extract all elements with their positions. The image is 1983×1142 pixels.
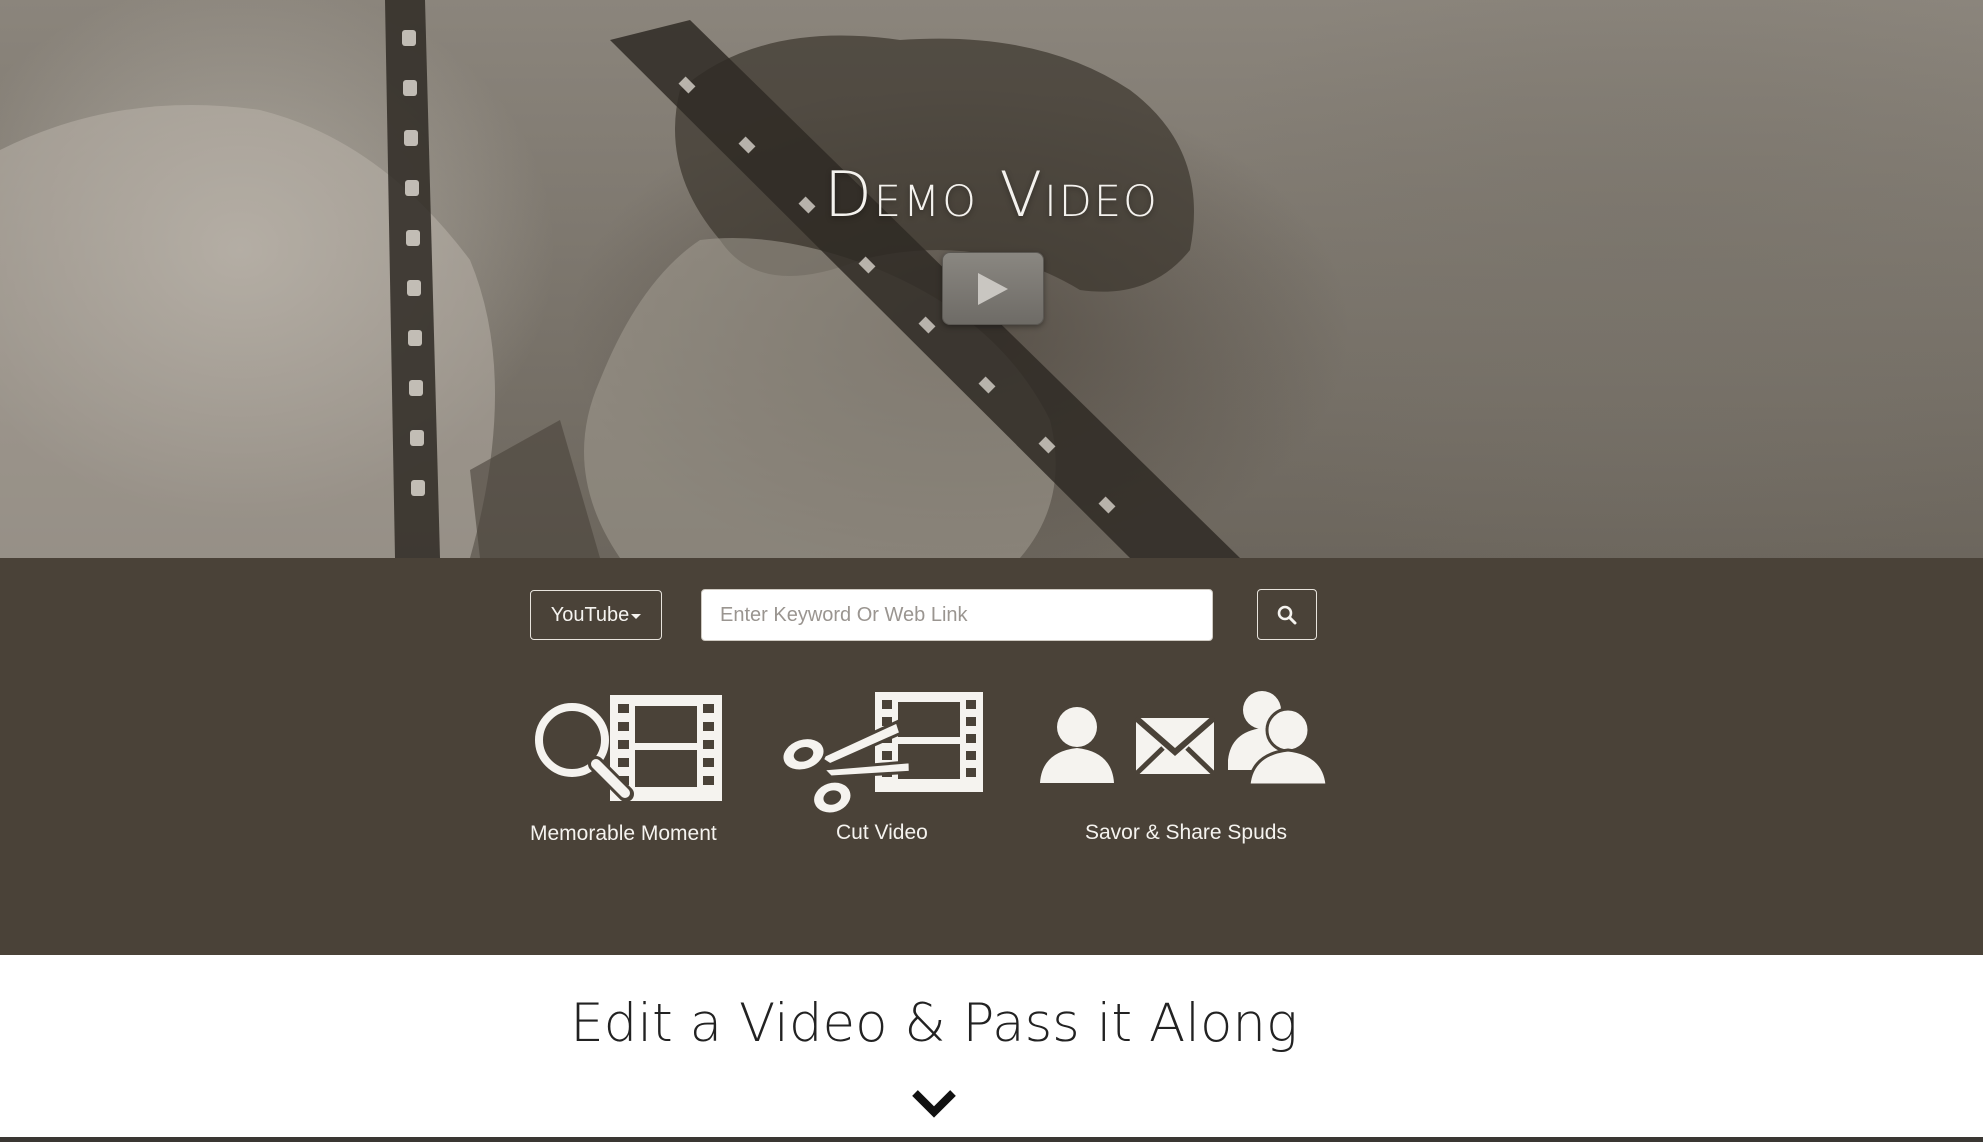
feature-label: Cut Video <box>836 821 928 844</box>
play-button[interactable] <box>942 252 1044 325</box>
search-icon <box>1277 605 1297 624</box>
feature-cut-video[interactable]: Cut Video <box>780 690 985 850</box>
chevron-down-icon <box>912 1090 956 1118</box>
source-dropdown[interactable]: YouTube <box>530 590 662 640</box>
scroll-down-button[interactable] <box>912 1088 956 1123</box>
hero-title: Demo Video <box>824 158 1159 231</box>
caret-down-icon <box>631 614 642 619</box>
feature-memorable-moment[interactable]: Memorable Moment <box>530 692 730 852</box>
hero-section: Demo Video <box>0 0 1983 558</box>
search-button[interactable] <box>1257 589 1317 640</box>
source-dropdown-label: YouTube <box>550 603 630 626</box>
feature-label: Memorable Moment <box>530 822 717 845</box>
feature-savor-share[interactable]: Savor & Share Spuds <box>1035 690 1335 850</box>
magnifier-film-icon <box>534 695 722 802</box>
share-users-icon <box>1040 691 1329 787</box>
scissors-film-icon <box>780 692 983 815</box>
play-icon <box>978 272 1008 305</box>
tagline-heading: Edit a Video & Pass it Along <box>570 993 1298 1054</box>
feature-label: Savor & Share Spuds <box>1085 821 1287 844</box>
search-input[interactable] <box>701 589 1213 641</box>
bottom-edge-strip <box>0 1137 1983 1142</box>
